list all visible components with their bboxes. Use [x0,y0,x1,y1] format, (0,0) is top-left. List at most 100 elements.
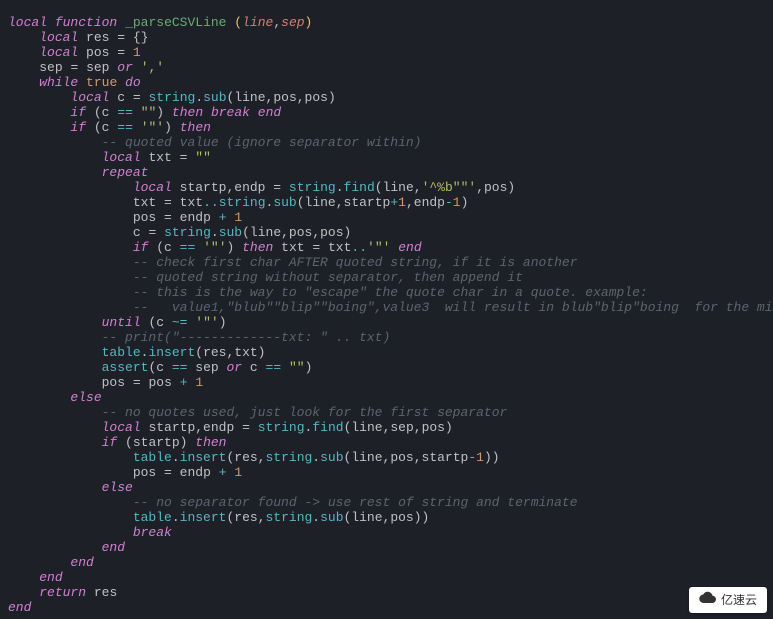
keyword-local: local [102,420,141,435]
args: (line,pos)) [344,510,430,525]
paren: ) [227,240,235,255]
keyword-local: local [102,150,141,165]
builtin: table [133,510,172,525]
string: "" [195,150,211,165]
keyword-if: if [133,240,149,255]
method: insert [148,345,195,360]
code-line: end [8,555,765,570]
keyword-local: local [133,180,172,195]
op: = [180,150,188,165]
code-line: assert(c == sep or c == "") [8,360,765,375]
op: = [133,375,141,390]
comment: -- no separator found -> use rest of str… [133,495,578,510]
var: txt [328,240,351,255]
paren: ) [305,15,313,30]
code-line: return res [8,585,765,600]
keyword-end: end [398,240,421,255]
paren: )) [484,450,500,465]
keyword-if: if [102,435,118,450]
number: 1 [195,375,203,390]
dot: . [336,180,344,195]
keyword-then: then [242,240,273,255]
code-line: -- quoted string without separator, then… [8,270,765,285]
args: ,endp [406,195,445,210]
var: endp [180,210,211,225]
comment: -- no quotes used, just look for the fir… [102,405,508,420]
args: (c [148,360,164,375]
code-line: end [8,540,765,555]
var: c [117,90,125,105]
keyword-break: break [133,525,172,540]
keyword-end: end [70,555,93,570]
method: find [312,420,343,435]
var: txt [281,240,304,255]
number: 1 [133,45,141,60]
args: (res, [226,510,265,525]
builtin: string [149,90,196,105]
watermark-text: 亿速云 [721,593,757,608]
builtin: table [102,345,141,360]
dot: . [172,450,180,465]
op: == [117,105,133,120]
keyword-function: function [55,15,117,30]
op: == [266,360,282,375]
keyword-end: end [258,105,281,120]
builtin: string [258,420,305,435]
builtin: table [133,450,172,465]
code-line: local txt = "" [8,150,765,165]
paren: ( [234,15,242,30]
val: {} [133,30,149,45]
string: '"' [203,240,226,255]
var: (c [156,240,172,255]
dot: . [172,510,180,525]
param: line [242,15,273,30]
comment: -- value1,"blub""blip""boing",value3 wil… [133,300,773,315]
code-line: local function _parseCSVLine (line,sep) [8,15,765,30]
keyword-else: else [102,480,133,495]
method: insert [180,510,227,525]
number: 1 [234,210,242,225]
dot: . [312,510,320,525]
number: 1 [476,450,484,465]
bool: true [86,75,117,90]
args: (line, [375,180,422,195]
var: res [94,585,117,600]
op: = [148,225,156,240]
comment: -- quoted string without separator, then… [133,270,523,285]
code-line: -- value1,"blub""blip""boing",value3 wil… [8,300,765,315]
code-line: if (c == '"') then [8,120,765,135]
args: (line,pos,startp [344,450,469,465]
keyword-local: local [8,15,47,30]
op: + [219,210,227,225]
number: 1 [453,195,461,210]
string: '"' [367,240,390,255]
keyword-then: then [180,120,211,135]
keyword-end: end [8,600,31,615]
var: (startp) [125,435,187,450]
method: sub [320,450,343,465]
keyword-end: end [39,570,62,585]
dot: . [211,225,219,240]
args: (res, [226,450,265,465]
var: c [250,360,258,375]
var: sep [39,60,62,75]
code-line: if (c == "") then break end [8,105,765,120]
var: (c [94,105,110,120]
paren: ) [156,105,164,120]
var: pos [86,45,109,60]
code-line: until (c ~= '"') [8,315,765,330]
method: sub [320,510,343,525]
var: pos [133,210,156,225]
comment: -- this is the way to "escape" the quote… [133,285,648,300]
keyword-else: else [70,390,101,405]
code-line: -- check first char AFTER quoted string,… [8,255,765,270]
var: pos [148,375,171,390]
var: txt [133,195,156,210]
keyword-do: do [125,75,141,90]
args: (line,pos,pos) [227,90,336,105]
number: 1 [234,465,242,480]
comment: -- check first char AFTER quoted string,… [133,255,578,270]
code-line: -- no separator found -> use rest of str… [8,495,765,510]
code-line: -- no quotes used, just look for the fir… [8,405,765,420]
paren: ) [305,360,313,375]
